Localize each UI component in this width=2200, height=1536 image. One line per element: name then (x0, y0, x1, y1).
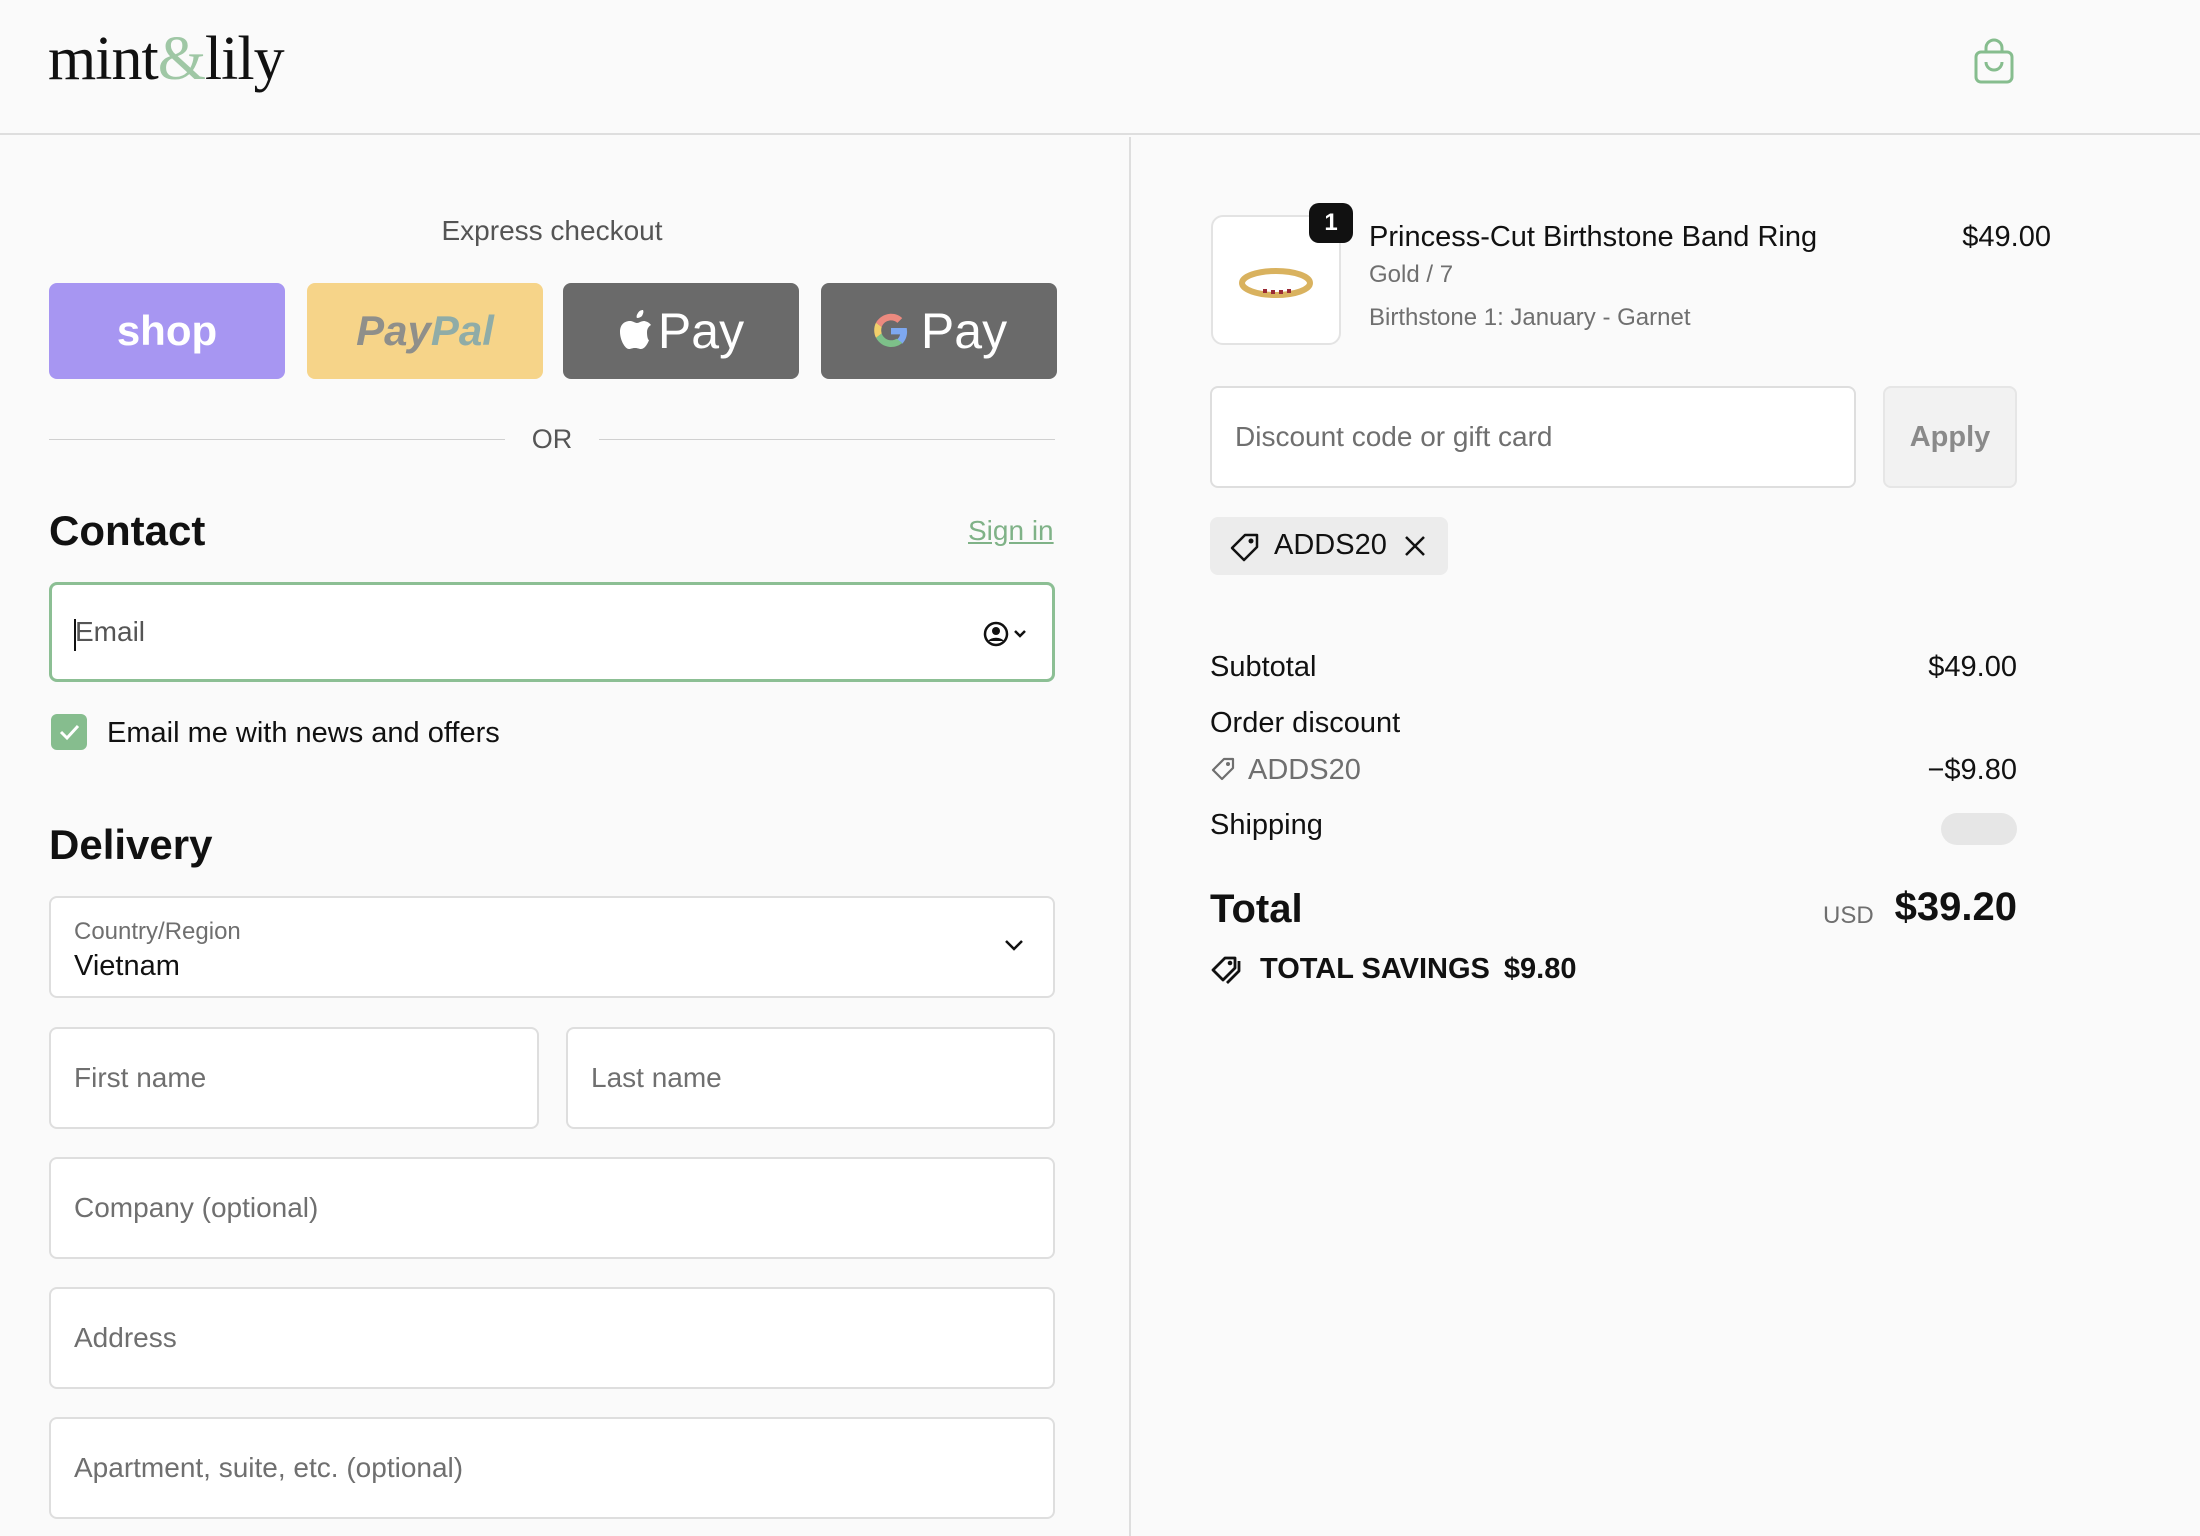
account-autofill-icon[interactable] (982, 619, 1030, 649)
country-value: Vietnam (74, 950, 180, 982)
total-currency: USD (1823, 902, 1874, 929)
tag-icon (1211, 757, 1235, 781)
savings-label: TOTAL SAVINGS (1260, 953, 1490, 985)
discount-code-label: ADDS20 (1248, 754, 1361, 786)
subtotal-label: Subtotal (1210, 651, 1317, 683)
apple-icon (619, 310, 651, 349)
company-placeholder: Company (optional) (74, 1192, 319, 1223)
first-name-placeholder: First name (74, 1062, 207, 1093)
order-discount-label: Order discount (1210, 707, 1401, 739)
country-label: Country/Region (74, 918, 241, 945)
google-pay-button[interactable]: Pay (821, 283, 1057, 379)
last-name-placeholder: Last name (591, 1062, 722, 1093)
shipping-label: Shipping (1210, 809, 1323, 841)
sign-in-link[interactable]: Sign in (968, 515, 1054, 547)
subtotal-value: $49.00 (1928, 651, 2017, 683)
order-summary: 1 Princess-Cut Birthstone Band Ring Gold… (1133, 137, 2200, 1536)
email-placeholder: Email (75, 616, 146, 647)
logo-ampersand: & (157, 25, 206, 93)
or-divider: OR (49, 424, 1055, 454)
checkmark-icon (59, 724, 80, 741)
paypal-button[interactable]: Pay Pal (307, 283, 543, 379)
express-checkout-label: Express checkout (441, 215, 663, 246)
shop-pay-button[interactable]: shop (49, 283, 285, 379)
logo-text-mint: mint (48, 25, 159, 93)
shopping-bag-icon[interactable] (1972, 38, 2016, 86)
brand-logo[interactable]: mint&lily (48, 22, 285, 96)
checkout-form: Express checkout shop Pay Pal Pay Pay OR … (0, 137, 1131, 1536)
product-price: $49.00 (1962, 221, 2051, 253)
apple-pay-button[interactable]: Pay (563, 283, 799, 379)
applied-discount-chip: ADDS20 (1210, 517, 1448, 575)
chevron-down-icon (1005, 940, 1023, 951)
discount-code-line: ADDS20 (1210, 754, 1361, 787)
close-icon[interactable] (1401, 531, 1429, 561)
apartment-placeholder: Apartment, suite, etc. (optional) (74, 1452, 464, 1483)
newsletter-checkbox[interactable] (51, 714, 87, 750)
last-name-field[interactable]: Last name (566, 1027, 1055, 1129)
discount-value: −$9.80 (1927, 754, 2017, 786)
savings-value: $9.80 (1503, 953, 1577, 985)
shop-pay-label: shop (116, 307, 218, 354)
tags-icon (1211, 956, 1241, 984)
first-name-field[interactable]: First name (49, 1027, 539, 1129)
product-variant: Gold / 7 (1369, 261, 1454, 288)
tag-icon (1230, 533, 1259, 562)
order-discount-row: Order discount (1210, 707, 2017, 740)
subtotal-row: Subtotal $49.00 (1210, 651, 2017, 684)
shipping-loading-placeholder (1941, 813, 2017, 845)
google-pay-label: Pay (920, 303, 1008, 359)
apply-button[interactable]: Apply (1883, 386, 2017, 488)
discount-placeholder: Discount code or gift card (1235, 421, 1553, 452)
address-placeholder: Address (74, 1322, 177, 1353)
discount-code-field[interactable]: Discount code or gift card (1210, 386, 1856, 488)
applied-code: ADDS20 (1274, 529, 1387, 561)
logo-text-lily: lily (204, 25, 285, 93)
country-select[interactable]: Country/Region Vietnam (49, 896, 1055, 998)
quantity-badge: 1 (1309, 203, 1353, 243)
shipping-row: Shipping (1210, 809, 2017, 845)
site-header: mint&lily (0, 0, 2200, 135)
delivery-title: Delivery (49, 821, 213, 868)
paypal-label-pal: Pal (430, 307, 494, 354)
paypal-label-pay: Pay (356, 307, 431, 354)
total-value: $39.20 (1894, 885, 2017, 929)
apple-pay-label: Pay (657, 303, 745, 359)
product-name: Princess-Cut Birthstone Band Ring (1369, 221, 1818, 253)
contact-title: Contact (49, 507, 206, 554)
divider-line-right (599, 439, 1055, 440)
apartment-field[interactable]: Apartment, suite, etc. (optional) (49, 1417, 1055, 1519)
address-field[interactable]: Address (49, 1287, 1055, 1389)
google-g-icon (874, 313, 908, 347)
total-savings: TOTAL SAVINGS $9.80 (1210, 953, 1576, 986)
company-field[interactable]: Company (optional) (49, 1157, 1055, 1259)
total-label: Total (1210, 887, 1303, 931)
newsletter-label[interactable]: Email me with news and offers (107, 717, 500, 750)
product-option: Birthstone 1: January - Garnet (1369, 304, 1691, 331)
email-field[interactable]: Email (49, 582, 1055, 682)
